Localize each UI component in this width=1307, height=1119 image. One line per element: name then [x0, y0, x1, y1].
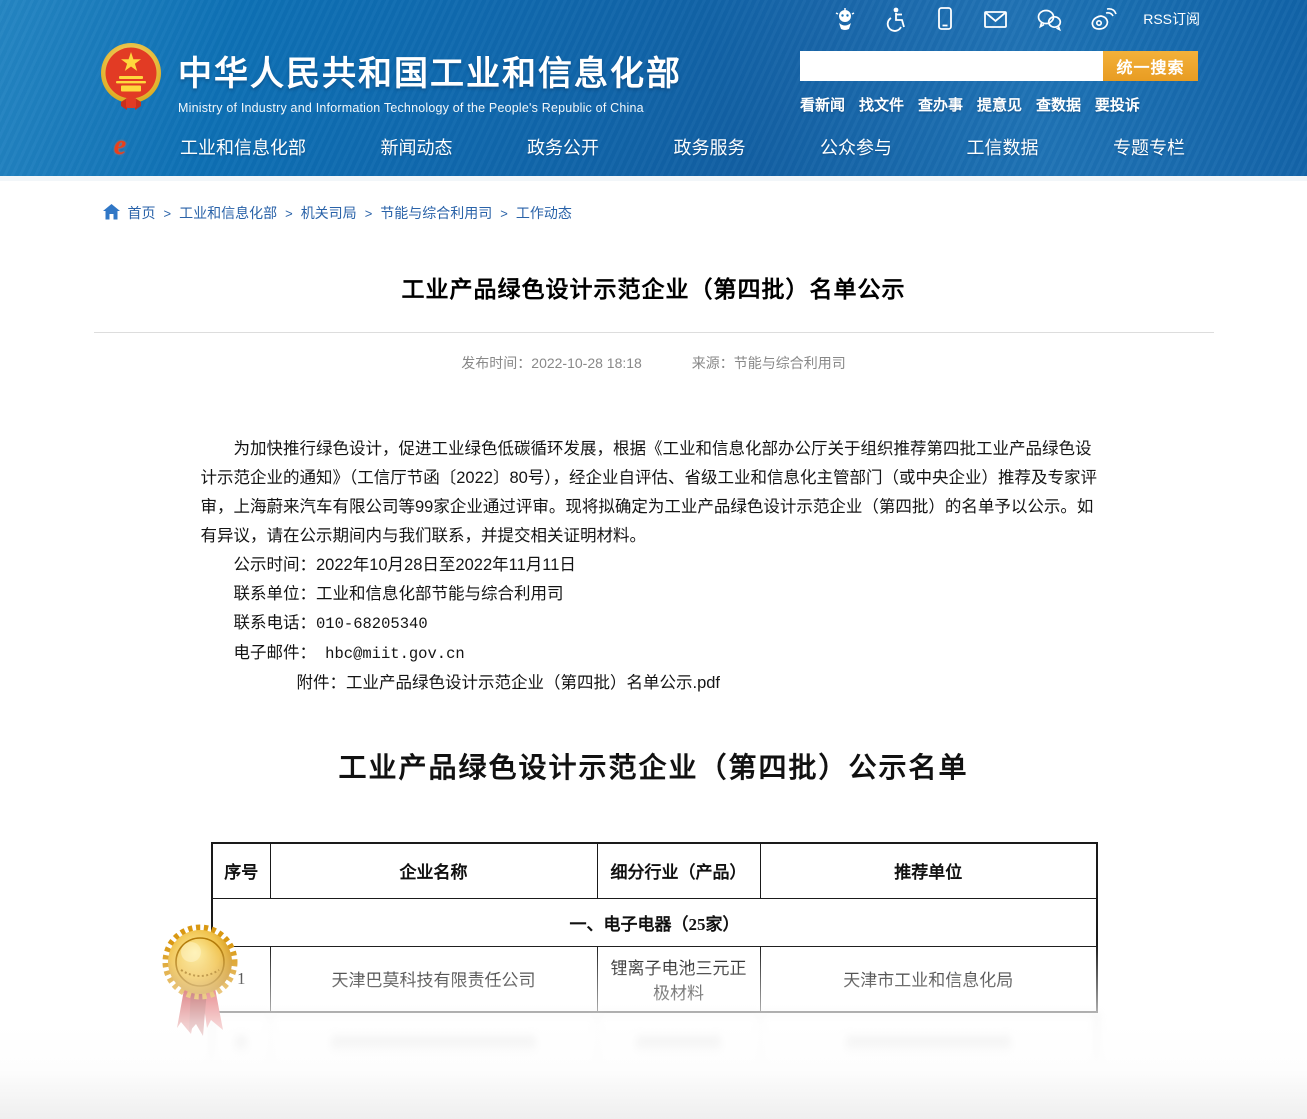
site-title-cn: 中华人民共和国工业和信息化部: [178, 46, 682, 95]
phone-number: 010-68205340: [316, 615, 428, 633]
nav-item-data[interactable]: 工信数据: [967, 134, 1039, 160]
nav-item-gov-open[interactable]: 政务公开: [527, 134, 599, 160]
quick-links: 看新闻 找文件 查办事 提意见 查数据 要投诉: [800, 94, 1140, 115]
title-divider: [94, 332, 1214, 333]
topbar: RSS订阅: [832, 6, 1200, 32]
search-input[interactable]: [800, 51, 1103, 81]
col-header-industry: 细分行业（产品）: [597, 843, 760, 898]
nav-item-gov-service[interactable]: 政务服务: [674, 134, 746, 160]
publish-time: 发布时间：2022-10-28 18:18: [461, 355, 642, 371]
article-meta: 发布时间：2022-10-28 18:18 来源：节能与综合利用司: [49, 353, 1259, 373]
article-paragraph: 为加快推行绿色设计，促进工业绿色低碳循环发展，根据《工业和信息化部办公厅关于组织…: [201, 435, 1104, 551]
article-source: 来源：节能与综合利用司: [692, 355, 846, 371]
col-header-company: 企业名称: [270, 843, 597, 898]
notice-table: 序号 企业名称 细分行业（产品） 推荐单位 一、电子电器（25家） 1 天津巴莫…: [211, 842, 1098, 1013]
contact-unit-line: 联系单位：工业和信息化部节能与综合利用司: [201, 580, 1104, 609]
breadcrumb-departments[interactable]: 机关司局: [301, 203, 357, 223]
main-navigation: e 工业和信息化部 新闻动态 政务公开 政务服务 公众参与 工信数据 专题专栏: [0, 118, 1307, 176]
home-icon[interactable]: [103, 204, 120, 223]
quick-link-files[interactable]: 找文件: [859, 94, 904, 115]
breadcrumb-separator: >: [365, 206, 373, 221]
contact-email-line: 电子邮件： hbc@miit.gov.cn: [201, 639, 1104, 669]
breadcrumb-home[interactable]: 首页: [128, 203, 156, 223]
blurred-rows: [211, 1013, 1096, 1119]
site-title-block: 中华人民共和国工业和信息化部 Ministry of Industry and …: [178, 46, 682, 115]
cell-recommender: 天津市工业和信息化局: [760, 946, 1097, 1012]
site-title-en: Ministry of Industry and Information Tec…: [178, 101, 682, 115]
article-title: 工业产品绿色设计示范企业（第四批）名单公示: [49, 270, 1259, 304]
quick-link-data[interactable]: 查数据: [1036, 94, 1081, 115]
attachment-label: 附件：: [297, 674, 347, 692]
email-address: hbc@miit.gov.cn: [325, 645, 465, 663]
content: 首页 > 工业和信息化部 > 机关司局 > 节能与综合利用司 > 工作动态 工业…: [49, 181, 1259, 1119]
medal-icon: [161, 922, 239, 1045]
quick-link-services[interactable]: 查办事: [918, 94, 963, 115]
mail-icon[interactable]: [982, 7, 1009, 31]
nav-item-news[interactable]: 新闻动态: [381, 134, 453, 160]
attachment-line: 附件：工业产品绿色设计示范企业（第四批）名单公示.pdf: [201, 669, 1104, 698]
notice-period-line: 公示时间：2022年10月28日至2022年11月11日: [201, 551, 1104, 580]
cell-industry: 锂离子电池三元正极材料: [597, 946, 760, 1012]
col-header-recommender: 推荐单位: [760, 843, 1097, 898]
breadcrumb-separator: >: [285, 206, 293, 221]
breadcrumb-work-news[interactable]: 工作动态: [516, 203, 572, 223]
mobile-icon[interactable]: [934, 6, 956, 32]
article-body: 为加快推行绿色设计，促进工业绿色低碳循环发展，根据《工业和信息化部办公厅关于组织…: [201, 435, 1104, 698]
search-area: 统一搜索 看新闻 找文件 查办事 提意见 查数据 要投诉: [800, 51, 1198, 115]
wechat-icon[interactable]: [1035, 7, 1063, 32]
unified-search-button[interactable]: 统一搜索: [1103, 51, 1198, 81]
document-preview: 工业产品绿色设计示范企业（第四批）公示名单: [49, 746, 1259, 1119]
col-header-index: 序号: [212, 843, 270, 898]
breadcrumb-miit[interactable]: 工业和信息化部: [179, 203, 277, 223]
site-header: RSS订阅 中华人民共和国工业和信息化部: [0, 0, 1307, 181]
breadcrumb-separator: >: [500, 206, 508, 221]
gov-e-logo-icon: e: [105, 132, 135, 162]
nav-item-topics[interactable]: 专题专栏: [1113, 134, 1185, 160]
page: RSS订阅 中华人民共和国工业和信息化部: [0, 0, 1307, 1119]
rss-subscribe-link[interactable]: RSS订阅: [1143, 9, 1200, 29]
quick-link-complaint[interactable]: 要投诉: [1095, 94, 1140, 115]
national-emblem-icon: [99, 40, 163, 119]
accessibility-icon[interactable]: [884, 6, 908, 32]
quick-link-feedback[interactable]: 提意见: [977, 94, 1022, 115]
nav-item-participation[interactable]: 公众参与: [820, 134, 892, 160]
table-section-row: 一、电子电器（25家）: [212, 898, 1097, 946]
cell-company: 天津巴莫科技有限责任公司: [270, 946, 597, 1012]
weibo-icon[interactable]: [1089, 7, 1117, 32]
table-row: 1 天津巴莫科技有限责任公司 锂离子电池三元正极材料 天津市工业和信息化局: [212, 946, 1097, 1012]
attachment-pdf-link[interactable]: 工业产品绿色设计示范企业（第四批）名单公示.pdf: [346, 674, 720, 692]
quick-link-news[interactable]: 看新闻: [800, 94, 845, 115]
table-header-row: 序号 企业名称 细分行业（产品） 推荐单位: [212, 843, 1097, 898]
document-title: 工业产品绿色设计示范企业（第四批）公示名单: [49, 746, 1259, 786]
section-label: 一、电子电器（25家）: [212, 898, 1097, 946]
breadcrumb: 首页 > 工业和信息化部 > 机关司局 > 节能与综合利用司 > 工作动态: [49, 181, 1259, 223]
nav-item-miit[interactable]: 工业和信息化部: [180, 134, 306, 160]
breadcrumb-energy-dept[interactable]: 节能与综合利用司: [380, 203, 492, 223]
mascot-icon[interactable]: [832, 6, 858, 32]
breadcrumb-separator: >: [164, 206, 172, 221]
table-wrap: 序号 企业名称 细分行业（产品） 推荐单位 一、电子电器（25家） 1 天津巴莫…: [211, 842, 1096, 1119]
contact-phone-line: 联系电话：010-68205340: [201, 609, 1104, 639]
